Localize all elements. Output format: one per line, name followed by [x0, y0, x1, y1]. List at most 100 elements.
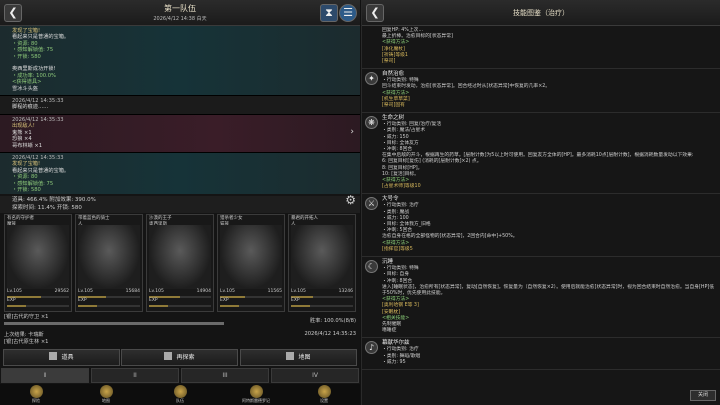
- character-card[interactable]: 暴君的开拓人人 Lv.105 13246 EXP: [288, 214, 356, 312]
- level-value: Lv.105: [149, 289, 164, 294]
- skill-icon: ♪: [365, 341, 378, 355]
- event-line: 脚程的痕迹……: [12, 104, 49, 111]
- character-level: Lv.105 11565: [220, 289, 282, 295]
- nav-map[interactable]: 地图: [76, 385, 136, 403]
- tab-party-4[interactable]: IV: [271, 368, 359, 383]
- explore-icon: [29, 385, 43, 398]
- skill-encyclopedia-panel: ❮ 技能图鉴（治疗） 回复HP: 4%上次... 最上折棒。治愈目标的[状态异常]…: [361, 0, 720, 405]
- exp-label: EXP: [220, 297, 229, 303]
- exp-label: EXP: [7, 297, 16, 303]
- exp-bar: [78, 304, 140, 307]
- exp-bar: [220, 304, 282, 307]
- character-portrait: [7, 225, 69, 289]
- stats-line-2: 探索时间: 11.4% 开锁: 580: [12, 204, 82, 211]
- event-line: ・开锁: 580: [12, 186, 41, 193]
- event-entry[interactable]: 2026/4/12 14:35:33 发现了宝箱! 看起来只是普通的宝箱。 ・资源: …: [0, 152, 360, 194]
- tab-party-3[interactable]: III: [181, 368, 269, 383]
- skill-line: ・威力: 95: [382, 359, 406, 365]
- hp-value: 15684: [125, 289, 140, 294]
- hp-value: 11565: [267, 289, 282, 294]
- event-entry[interactable]: 2026/4/12 14:35:33 出现敌人! 鬼熊 ×1 恐狼 ×4 哥布林蜥 ×1…: [0, 114, 360, 153]
- character-card[interactable]: 猎杀者少女 猫族 Lv.105 11565 EXP: [217, 214, 285, 312]
- refresh-icon: [164, 352, 173, 360]
- skill-list[interactable]: 回复HP: 4%上次... 最上折棒。治愈目标的[状态异常] <获得方法> [净化魔杖…: [362, 26, 720, 405]
- re-explore-button[interactable]: 再探索: [121, 349, 238, 366]
- last-result: 上次结果: 卡瑞斯 [银]古代原生林 ×1 2026/4/12 14:35:23: [4, 331, 356, 345]
- level-value: Lv.105: [220, 289, 235, 294]
- character-portrait: [149, 225, 211, 289]
- event-log[interactable]: 发现了宝箱! 看起来只是普通的宝箱。 ・资源: 80 ・感知解锁值: 75 ・开锁: 5…: [0, 26, 360, 194]
- progress-bar: [4, 322, 224, 325]
- party-title: 第一队伍: [164, 4, 196, 13]
- close-button[interactable]: 关闭: [690, 390, 716, 401]
- map-button[interactable]: 地图: [240, 349, 357, 366]
- exp-label: EXP: [149, 297, 158, 303]
- skill-icon: ✦: [365, 72, 378, 86]
- expedition-panel: ❮ 第一队伍 2026/4/12 14:38 白天 ⧗ ☰ 发现了宝箱! 看起来只…: [0, 0, 360, 405]
- level-value: Lv.105: [78, 289, 93, 294]
- skill-line: [指挥官]等级5: [382, 246, 413, 252]
- last-result-time: 2026/4/12 14:35:23: [304, 331, 356, 337]
- records-icon: [249, 385, 263, 398]
- exp-bar: [149, 304, 211, 307]
- skill-entry: ✦ 自然治愈 ・行动类别: 特殊 回斗结束时发动，治愈[状态异常]。回合经过时从[状态…: [362, 69, 720, 114]
- character-card[interactable]: 沙漠的王子 奥西里斯 Lv.105 14904 EXP: [146, 214, 214, 312]
- tab-party-1[interactable]: I: [1, 368, 89, 383]
- progress-rate: 胜率: 100.0%(8/8): [310, 318, 356, 324]
- settings-icon: [317, 385, 331, 398]
- level-value: Lv.105: [7, 289, 22, 294]
- exp-label: EXP: [78, 297, 87, 303]
- chevron-right-icon[interactable]: ›: [350, 127, 354, 137]
- nav-records[interactable]: 阿特斯雷德罗记: [226, 385, 286, 403]
- skill-icon: ⚔: [365, 197, 378, 211]
- character-stats: Lv.105 13246 EXP: [291, 289, 353, 307]
- character-portrait: [291, 225, 353, 289]
- character-card[interactable]: 带着蓝色的骑士人 Lv.105 15684 EXP: [75, 214, 143, 312]
- notification-icon[interactable]: ☰: [339, 4, 357, 22]
- stats-line-1: 道具: 466.4% 附加效果: 390.0%: [12, 197, 96, 203]
- exp-bar: [291, 304, 353, 307]
- hourglass-icon[interactable]: ⧗: [320, 4, 338, 22]
- last-result-label: 上次结果: 卡瑞斯: [4, 332, 44, 338]
- party-stats: 道具: 466.4% 附加效果: 390.0% 探索时间: 11.4% 开锁: …: [0, 194, 360, 213]
- skill-entry: ⚔ 大号令 ・行动类别: 治疗 ・类别: 魔战 ・威力: 100 ・目标: 全体我方_旧格…: [362, 194, 720, 258]
- event-entry[interactable]: 发现了宝箱! 看起来只是普通的宝箱。 ・资源: 80 ・感知解锁值: 75 ・开锁: 5…: [0, 26, 360, 97]
- skill-entry: 回复HP: 4%上次... 最上折棒。治愈目标的[状态异常] <获得方法> [净化魔杖…: [362, 26, 720, 70]
- nav-settings[interactable]: 设置: [294, 385, 354, 403]
- map-nav-icon: [99, 385, 113, 398]
- skill-line: 进入[睡眠状态]，治愈所有[状态异常]，复动[自然恢复]。恢复量为（自然恢复×2…: [382, 284, 715, 296]
- hp-value: 29562: [54, 289, 69, 294]
- skill-line: [占星术师]等级10: [382, 184, 421, 190]
- character-portrait: [220, 225, 282, 289]
- nav-explore[interactable]: 探险: [6, 385, 66, 403]
- hp-value: 14904: [196, 289, 211, 294]
- exp-bar: [7, 304, 69, 307]
- exp-label: EXP: [291, 297, 300, 303]
- tab-party-2[interactable]: II: [91, 368, 179, 383]
- party-icon: [173, 385, 187, 398]
- last-result-item: [银]古代原生林 ×1: [4, 339, 49, 345]
- skill-header: ❮ 技能图鉴（治疗）: [362, 0, 720, 26]
- skill-entry: ♪ 幕献华尔兹 ・行动类别: 治疗 ・类别: 舞蹈/歌唱 ・威力: 95: [362, 338, 720, 370]
- skill-name: 幕献华尔兹: [382, 340, 410, 347]
- character-level: Lv.105 13246: [291, 289, 353, 295]
- map-icon: [286, 352, 295, 360]
- nav-party[interactable]: 队伍: [150, 385, 210, 403]
- character-stats: Lv.105 29562 EXP: [7, 289, 69, 307]
- event-line: 哥布林蜥 ×1: [12, 142, 43, 149]
- event-entry[interactable]: 2026/4/12 14:35:33 脚程的痕迹……: [0, 96, 360, 115]
- skill-icon: ❋: [365, 116, 378, 130]
- bag-icon: [49, 352, 58, 360]
- party-header: ❮ 第一队伍 2026/4/12 14:38 白天 ⧗ ☰: [0, 0, 360, 26]
- exploration-progress: [银]古代的守卫 ×1 胜率: 100.0%(8/8): [4, 314, 356, 328]
- character-card[interactable]: 有名的守护者 魔族 Lv.105 29562 EXP: [4, 214, 72, 312]
- skill-line: 嗜睡症: [382, 328, 397, 334]
- gear-icon[interactable]: ⚙: [345, 194, 356, 205]
- character-level: Lv.105 29562: [7, 289, 69, 295]
- skill-name: 沉睡: [382, 259, 394, 266]
- character-stats: Lv.105 15684 EXP: [78, 289, 140, 307]
- items-button[interactable]: 道具: [3, 349, 120, 366]
- character-level: Lv.105 14904: [149, 289, 211, 295]
- hp-value: 13246: [338, 289, 353, 294]
- skill-name: 自然治愈: [382, 71, 405, 78]
